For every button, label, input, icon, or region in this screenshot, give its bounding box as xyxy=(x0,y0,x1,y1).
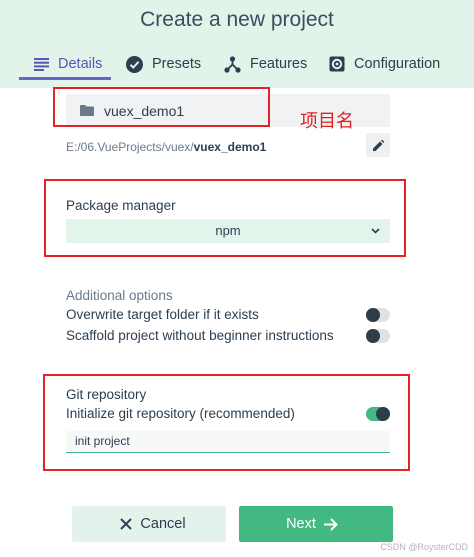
page-title: Create a new project xyxy=(140,8,334,31)
arrow-right-icon xyxy=(323,517,338,531)
close-icon xyxy=(120,518,133,530)
annotation-box-package-manager xyxy=(44,179,406,257)
path-prefix: E:/06.VueProjects/vuex/ xyxy=(66,140,194,154)
cancel-button[interactable]: Cancel xyxy=(72,506,226,542)
check-circle-icon xyxy=(126,55,143,73)
tab-features[interactable]: Features xyxy=(224,44,307,84)
additional-options-label: Additional options xyxy=(66,288,173,303)
nodes-icon xyxy=(224,55,241,73)
option-overwrite: Overwrite target folder if it exists xyxy=(66,305,390,325)
option-scaffold: Scaffold project without beginner instru… xyxy=(66,326,390,346)
edit-path-button[interactable] xyxy=(366,133,390,157)
overwrite-toggle[interactable] xyxy=(366,308,390,322)
option-label: Scaffold project without beginner instru… xyxy=(66,328,334,343)
tab-presets[interactable]: Presets xyxy=(126,44,201,84)
path-name: vuex_demo1 xyxy=(193,140,267,154)
scaffold-toggle[interactable] xyxy=(366,329,390,343)
option-label: Overwrite target folder if it exists xyxy=(66,307,259,322)
header: Create a new project Details Presets Fea… xyxy=(0,0,474,88)
watermark: CSDN @RoysterCDD xyxy=(380,542,468,552)
gear-icon xyxy=(329,56,345,72)
cancel-label: Cancel xyxy=(140,516,186,532)
tab-label: Configuration xyxy=(354,56,441,72)
annotation-label: 项目名 xyxy=(300,111,354,132)
list-icon xyxy=(34,57,49,71)
annotation-box-project-name xyxy=(53,87,270,127)
project-path: E:/06.VueProjects/vuex/vuex_demo1 xyxy=(66,140,266,154)
annotation-box-git xyxy=(43,374,410,471)
tab-label: Details xyxy=(58,56,103,72)
tab-configuration[interactable]: Configuration xyxy=(329,44,440,84)
tab-bar: Details Presets Features Configuration xyxy=(0,44,474,88)
next-label: Next xyxy=(286,516,316,532)
pencil-icon xyxy=(372,139,384,151)
tab-label: Presets xyxy=(152,56,202,72)
next-button[interactable]: Next xyxy=(239,506,393,542)
active-tab-indicator xyxy=(19,77,111,80)
tab-label: Features xyxy=(250,56,308,72)
